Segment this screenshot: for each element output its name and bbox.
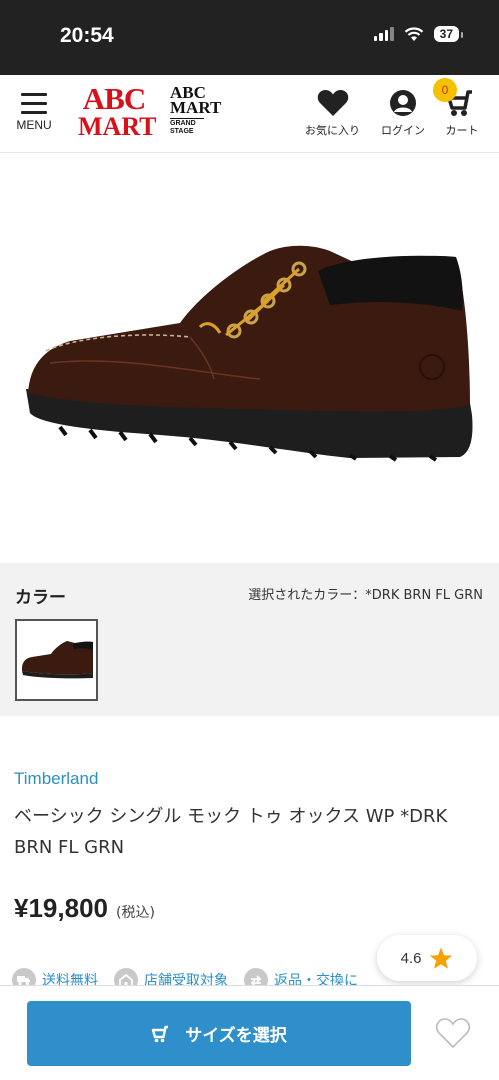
status-icons: 37 xyxy=(373,26,464,42)
selected-color-label: 選択されたカラー：*DRK BRN FL GRN xyxy=(248,588,483,603)
product-image[interactable] xyxy=(0,153,499,563)
bottom-action-bar: サイズを選択 xyxy=(0,985,499,1080)
login-button[interactable]: ログイン xyxy=(381,89,425,138)
heart-icon xyxy=(317,90,348,116)
menu-button[interactable]: MENU xyxy=(12,89,56,141)
product-name: ベーシック シングル モック トゥ オックス WP *DRK BRN FL GR… xyxy=(14,806,448,858)
cart-icon xyxy=(152,1025,169,1042)
wifi-icon xyxy=(404,26,423,41)
boot-thumbnail-image xyxy=(22,641,93,679)
boot-image xyxy=(26,245,473,462)
color-title: カラー xyxy=(15,588,66,608)
select-size-label: サイズを選択 xyxy=(185,1026,287,1046)
select-size-button[interactable]: サイズを選択 xyxy=(27,1001,411,1066)
user-icon xyxy=(390,90,416,116)
color-section: カラー 選択されたカラー：*DRK BRN FL GRN xyxy=(0,563,499,716)
hamburger-icon xyxy=(21,93,47,114)
color-swatch-thumbnail[interactable] xyxy=(15,619,98,701)
grand-stage-logo[interactable]: ABC MART GRAND STAGE xyxy=(170,84,221,136)
battery-icon: 37 xyxy=(433,26,464,42)
price-value: ¥19,800 xyxy=(14,893,108,923)
rating-value: 4.6 xyxy=(400,949,422,967)
tax-label: (税込) xyxy=(115,905,155,921)
cart-count-badge: 0 xyxy=(433,78,457,102)
rating-badge[interactable]: 4.6 xyxy=(377,935,477,981)
signal-icon xyxy=(373,27,394,41)
brand-link[interactable]: Timberland xyxy=(14,769,98,789)
status-bar: 20:54 37 xyxy=(0,0,499,75)
price: ¥19,800 (税込) xyxy=(14,893,155,924)
site-header: MENU ABC MART ABC MART GRAND STAGE お気に入り… xyxy=(0,75,499,153)
add-to-favorites-button[interactable] xyxy=(435,1016,471,1050)
favorites-button[interactable]: お気に入り xyxy=(305,89,360,138)
abc-mart-logo[interactable]: ABC MART xyxy=(78,83,157,141)
menu-label: MENU xyxy=(16,118,52,132)
heart-outline-icon xyxy=(436,1018,470,1049)
status-time: 20:54 xyxy=(60,24,114,47)
star-icon xyxy=(430,947,453,969)
